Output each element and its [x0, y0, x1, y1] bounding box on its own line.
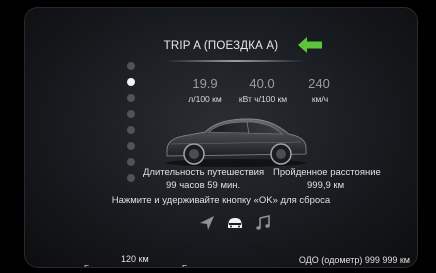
stat-unit: км/ч	[311, 94, 329, 104]
trip-duration-value: 99 часов 59 мин.	[166, 180, 241, 191]
fuel-empty-label: E	[182, 264, 187, 267]
stat-value: 240	[308, 76, 330, 91]
page-title: TRIP A (ПОЕЗДКА А)	[25, 40, 417, 52]
page-dot	[127, 126, 135, 134]
display-frame: TRIP A (ПОЕЗДКА А) 19.9 л/100 км 40.0 кВ…	[0, 0, 436, 273]
page-dot	[127, 62, 135, 70]
page-dot	[127, 158, 135, 166]
stat-value: 19.9	[192, 76, 218, 91]
back-arrow-icon[interactable]	[297, 37, 323, 53]
fuel-range-value: 120 км	[121, 254, 149, 264]
trip-duration-label: Длительность путешествия	[143, 167, 265, 178]
page-dot	[127, 174, 135, 182]
car-illustration	[166, 118, 307, 167]
page-dot	[127, 110, 135, 118]
page-dot	[127, 142, 135, 150]
title-underline	[165, 60, 305, 62]
odometer: ОДО (одометр) 999 999 км	[298, 255, 410, 265]
page-dot	[127, 78, 135, 86]
trip-distance-value: 999,9 км	[307, 180, 345, 191]
trip-distance-label: Пройденное расстояние	[273, 167, 381, 178]
stat-value: 40.0	[249, 76, 275, 91]
trip-computer-screen: TRIP A (ПОЕЗДКА А) 19.9 л/100 км 40.0 кВ…	[24, 7, 418, 268]
page-dot	[127, 94, 135, 102]
navigation-icon[interactable]	[198, 215, 216, 231]
reset-hint: Нажмите и удерживайте кнопку «OK» для сб…	[111, 195, 331, 206]
fuel-full-label: F	[84, 264, 89, 267]
trip-title: TRIP A (ПОЕЗДКА А)	[163, 40, 279, 52]
car-icon[interactable]	[226, 215, 244, 231]
music-icon[interactable]	[254, 215, 272, 231]
